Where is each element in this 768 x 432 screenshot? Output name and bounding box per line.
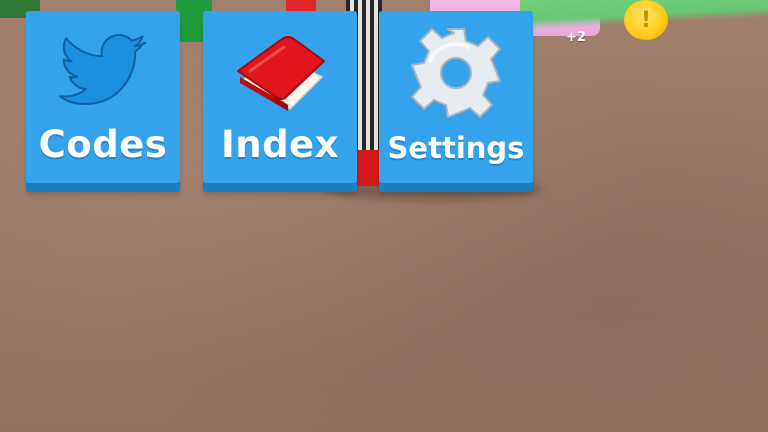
index-button-label: Index — [220, 123, 340, 166]
settings-button[interactable]: Settings — [379, 11, 533, 183]
index-button[interactable]: Index — [203, 11, 357, 183]
twitter-bird-icon — [26, 23, 180, 123]
red-book-icon — [203, 23, 357, 123]
side-menu: Codes Index Settings — [0, 0, 768, 200]
settings-button-label: Settings — [387, 131, 525, 165]
gear-icon — [379, 23, 533, 123]
codes-button[interactable]: Codes — [26, 11, 180, 183]
codes-button-label: Codes — [38, 123, 168, 166]
